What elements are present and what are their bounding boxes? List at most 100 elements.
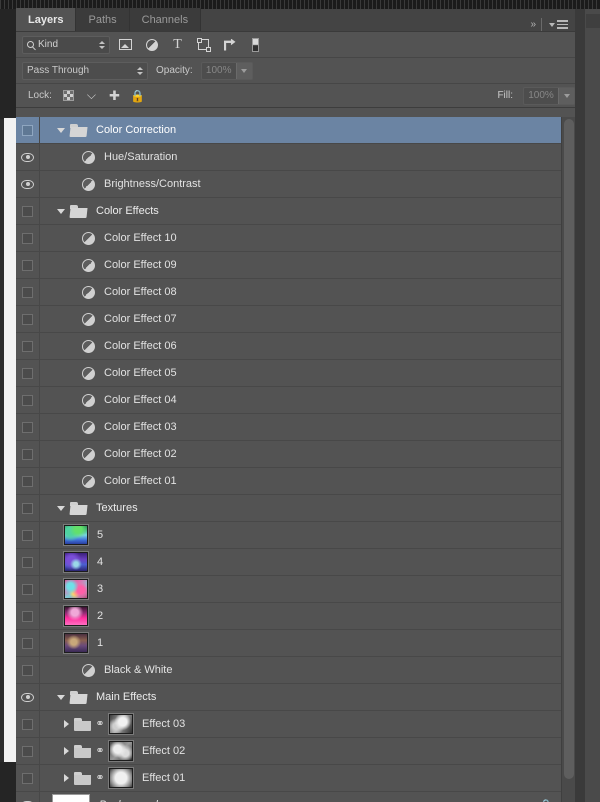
blend-mode-select[interactable]: Pass Through (22, 61, 148, 80)
layer-visibility-toggle[interactable] (16, 548, 40, 576)
layer-visibility-toggle[interactable] (16, 224, 40, 252)
opacity-field[interactable]: 100% (200, 61, 253, 80)
fill-dropdown-icon[interactable] (558, 87, 574, 104)
layer-row[interactable]: 1 (16, 629, 575, 657)
layer-row[interactable]: Color Effect 09 (16, 251, 575, 279)
layer-row[interactable]: ⚭ Effect 01 (16, 764, 575, 792)
collapse-to-icons-icon[interactable]: » (530, 19, 535, 30)
layer-visibility-toggle[interactable] (16, 521, 40, 549)
adjustment-layer-icon[interactable] (82, 420, 95, 434)
lock-image-pixels-icon[interactable]: ⌵ (85, 88, 98, 102)
layer-visibility-toggle[interactable] (16, 575, 40, 603)
layer-visibility-toggle[interactable] (16, 494, 40, 522)
layer-visibility-toggle[interactable] (16, 602, 40, 630)
layer-row[interactable]: Main Effects (16, 683, 575, 711)
layer-row[interactable]: Color Effect 10 (16, 224, 575, 252)
layer-row[interactable]: Color Effect 02 (16, 440, 575, 468)
tab-channels[interactable]: Channels (129, 8, 202, 31)
layer-row[interactable]: Color Effect 05 (16, 359, 575, 387)
filter-smart-object-icon[interactable] (222, 37, 237, 52)
chevron-down-icon[interactable] (57, 208, 65, 214)
layer-row[interactable]: Background🔒 (16, 791, 575, 802)
layer-visibility-toggle[interactable] (16, 656, 40, 684)
lock-all-icon[interactable]: 🔒 (130, 89, 145, 103)
background-thumbnail[interactable] (52, 794, 90, 802)
adjustment-layer-icon[interactable] (82, 285, 95, 299)
chevron-down-icon[interactable] (57, 127, 65, 133)
layer-visibility-toggle[interactable] (16, 764, 40, 792)
layer-row[interactable]: Color Effect 04 (16, 386, 575, 414)
link-layers-icon[interactable]: ⚭ (95, 718, 105, 731)
layer-row[interactable]: Color Effect 06 (16, 332, 575, 360)
layer-thumbnail[interactable] (63, 605, 89, 627)
layer-row[interactable]: 5 (16, 521, 575, 549)
layer-visibility-toggle[interactable] (16, 251, 40, 279)
layer-row[interactable]: ⚭ Effect 02 (16, 737, 575, 765)
filter-type-layers-icon[interactable]: T (170, 37, 185, 52)
adjustment-layer-icon[interactable] (82, 177, 95, 191)
layer-visibility-toggle[interactable] (16, 737, 40, 765)
chevron-right-icon[interactable] (64, 747, 69, 755)
layer-visibility-toggle[interactable] (16, 197, 40, 225)
layer-row[interactable]: Color Effect 01 (16, 467, 575, 495)
layer-visibility-toggle[interactable] (16, 683, 40, 711)
filter-kind-select[interactable]: Kind (22, 35, 110, 54)
layer-row[interactable]: ⚭ Effect 03 (16, 710, 575, 738)
layer-thumbnail[interactable] (63, 551, 89, 573)
adjustment-layer-icon[interactable] (82, 258, 95, 272)
layers-list[interactable]: Color Correction Hue/Saturation Brightness… (16, 117, 575, 802)
filter-pixel-layers-icon[interactable] (118, 37, 133, 52)
scrollbar-thumb[interactable] (564, 119, 574, 779)
layer-row[interactable]: Color Effect 08 (16, 278, 575, 306)
adjustment-layer-icon[interactable] (82, 474, 95, 488)
tab-paths[interactable]: Paths (76, 8, 130, 31)
layer-row[interactable]: Textures (16, 494, 575, 522)
adjustment-layer-icon[interactable] (82, 231, 95, 245)
layer-visibility-toggle[interactable] (16, 359, 40, 387)
layer-row[interactable]: Black & White (16, 656, 575, 684)
layer-row[interactable]: Color Effect 03 (16, 413, 575, 441)
layer-row[interactable]: Hue/Saturation (16, 143, 575, 171)
layer-row[interactable]: Brightness/Contrast (16, 170, 575, 198)
layer-row[interactable]: Color Effects (16, 197, 575, 225)
layer-visibility-toggle[interactable] (16, 791, 40, 802)
layer-visibility-toggle[interactable] (16, 143, 40, 171)
filter-toggle-icon[interactable] (248, 37, 263, 52)
layer-mask-thumbnail[interactable] (108, 767, 134, 789)
layer-thumbnail[interactable] (63, 632, 89, 654)
layer-visibility-toggle[interactable] (16, 305, 40, 333)
panel-menu-icon[interactable] (549, 20, 568, 29)
adjustment-layer-icon[interactable] (82, 663, 95, 677)
layer-visibility-toggle[interactable] (16, 278, 40, 306)
chevron-right-icon[interactable] (64, 774, 69, 782)
adjustment-layer-icon[interactable] (82, 339, 95, 353)
chevron-down-icon[interactable] (57, 694, 65, 700)
layer-visibility-toggle[interactable] (16, 332, 40, 360)
tab-layers[interactable]: Layers (16, 8, 77, 31)
link-layers-icon[interactable]: ⚭ (95, 772, 105, 785)
layer-row[interactable]: 3 (16, 575, 575, 603)
lock-transparent-pixels-icon[interactable] (62, 89, 75, 102)
layer-visibility-toggle[interactable] (16, 117, 40, 144)
link-layers-icon[interactable]: ⚭ (95, 745, 105, 758)
layer-visibility-toggle[interactable] (16, 710, 40, 738)
adjustment-layer-icon[interactable] (82, 312, 95, 326)
layer-visibility-toggle[interactable] (16, 467, 40, 495)
adjustment-layer-icon[interactable] (82, 393, 95, 407)
layer-visibility-toggle[interactable] (16, 629, 40, 657)
layer-mask-thumbnail[interactable] (108, 740, 134, 762)
chevron-right-icon[interactable] (64, 720, 69, 728)
fill-field[interactable]: 100% (523, 86, 575, 105)
layer-thumbnail[interactable] (63, 524, 89, 546)
layer-visibility-toggle[interactable] (16, 440, 40, 468)
layer-visibility-toggle[interactable] (16, 386, 40, 414)
layer-row[interactable]: Color Correction (16, 117, 575, 144)
layer-thumbnail[interactable] (63, 578, 89, 600)
layer-visibility-toggle[interactable] (16, 413, 40, 441)
layer-row[interactable]: 4 (16, 548, 575, 576)
layer-row[interactable]: Color Effect 07 (16, 305, 575, 333)
filter-shape-layers-icon[interactable] (196, 37, 211, 52)
layer-visibility-toggle[interactable] (16, 170, 40, 198)
layer-row[interactable]: 2 (16, 602, 575, 630)
layer-mask-thumbnail[interactable] (108, 713, 134, 735)
